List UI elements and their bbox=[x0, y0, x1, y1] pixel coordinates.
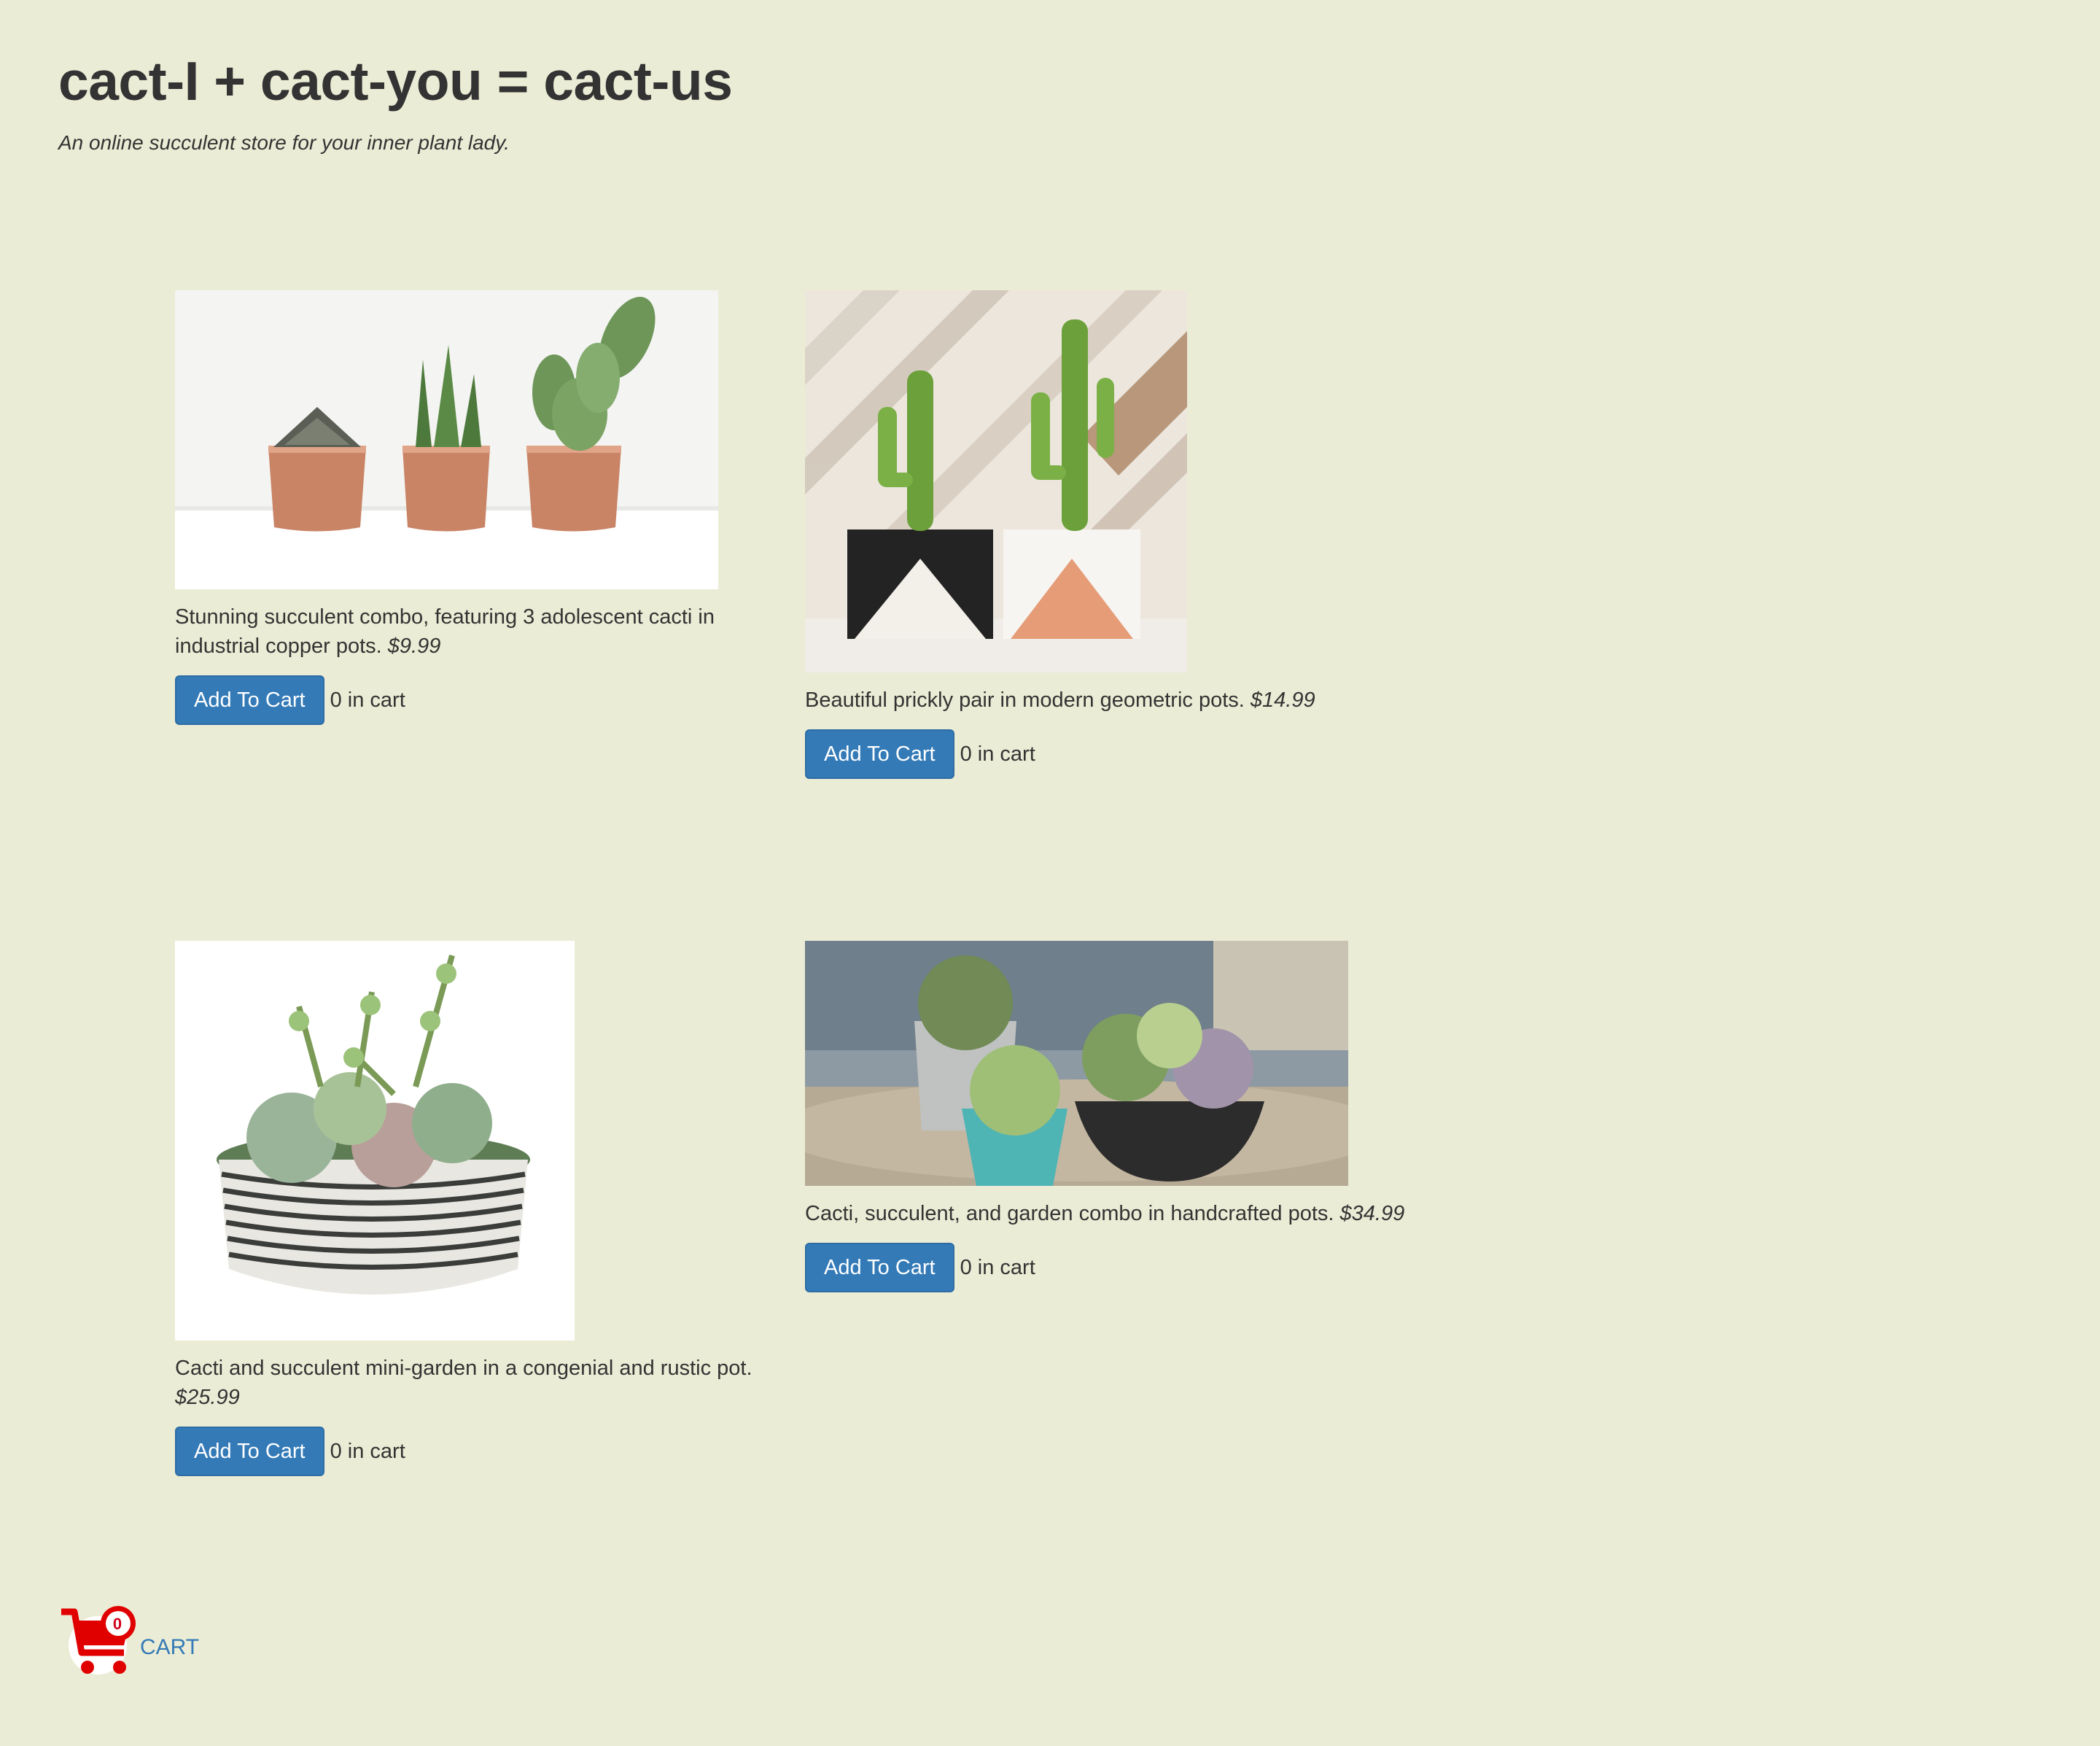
two-cacti-geometric-pots-photo bbox=[805, 290, 1187, 672]
product-description-text: Beautiful prickly pair in modern geometr… bbox=[805, 688, 1245, 712]
add-to-cart-button[interactable]: Add To Cart bbox=[805, 729, 954, 779]
product-price: $9.99 bbox=[387, 635, 441, 658]
product-description-text: Cacti and succulent mini-garden in a con… bbox=[175, 1357, 752, 1380]
product-price: $34.99 bbox=[1339, 1202, 1405, 1225]
product-description-text: Cacti, succulent, and garden combo in ha… bbox=[805, 1202, 1334, 1225]
product-price: $25.99 bbox=[175, 1386, 240, 1409]
product-card: Cacti, succulent, and garden combo in ha… bbox=[805, 941, 1418, 1292]
product-description: Cacti, succulent, and garden combo in ha… bbox=[805, 1199, 1418, 1228]
three-cacti-copper-pots-photo bbox=[175, 290, 718, 589]
garden-combo-handcrafted-pots-photo bbox=[805, 941, 1348, 1186]
cart-count-badge: 0 bbox=[112, 1615, 122, 1633]
cart-label-link[interactable]: CART bbox=[140, 1635, 199, 1660]
product-description: Cacti and succulent mini-garden in a con… bbox=[175, 1354, 788, 1412]
page-tagline: An online succulent store for your inner… bbox=[58, 131, 510, 154]
product-price: $14.99 bbox=[1250, 688, 1315, 712]
succulent-mini-garden-photo bbox=[175, 941, 575, 1340]
in-cart-count: 0 in cart bbox=[960, 742, 1035, 766]
in-cart-count: 0 in cart bbox=[330, 1439, 405, 1463]
product-description: Beautiful prickly pair in modern geometr… bbox=[805, 686, 1418, 715]
in-cart-count: 0 in cart bbox=[330, 688, 405, 712]
product-card: Beautiful prickly pair in modern geometr… bbox=[805, 290, 1418, 779]
add-to-cart-button[interactable]: Add To Cart bbox=[175, 675, 324, 725]
add-to-cart-button[interactable]: Add To Cart bbox=[805, 1243, 954, 1292]
product-description: Stunning succulent combo, featuring 3 ad… bbox=[175, 602, 788, 661]
shopping-cart-icon[interactable]: 0 bbox=[60, 1602, 140, 1682]
add-to-cart-button[interactable]: Add To Cart bbox=[175, 1427, 324, 1476]
product-description-text: Stunning succulent combo, featuring 3 ad… bbox=[175, 605, 715, 658]
cart-link[interactable]: 0 CART bbox=[60, 1602, 199, 1682]
in-cart-count: 0 in cart bbox=[960, 1255, 1035, 1279]
product-card: Cacti and succulent mini-garden in a con… bbox=[175, 941, 788, 1476]
page-title: cact-I + cact-you = cact-us bbox=[58, 50, 733, 112]
product-card: Stunning succulent combo, featuring 3 ad… bbox=[175, 290, 788, 725]
